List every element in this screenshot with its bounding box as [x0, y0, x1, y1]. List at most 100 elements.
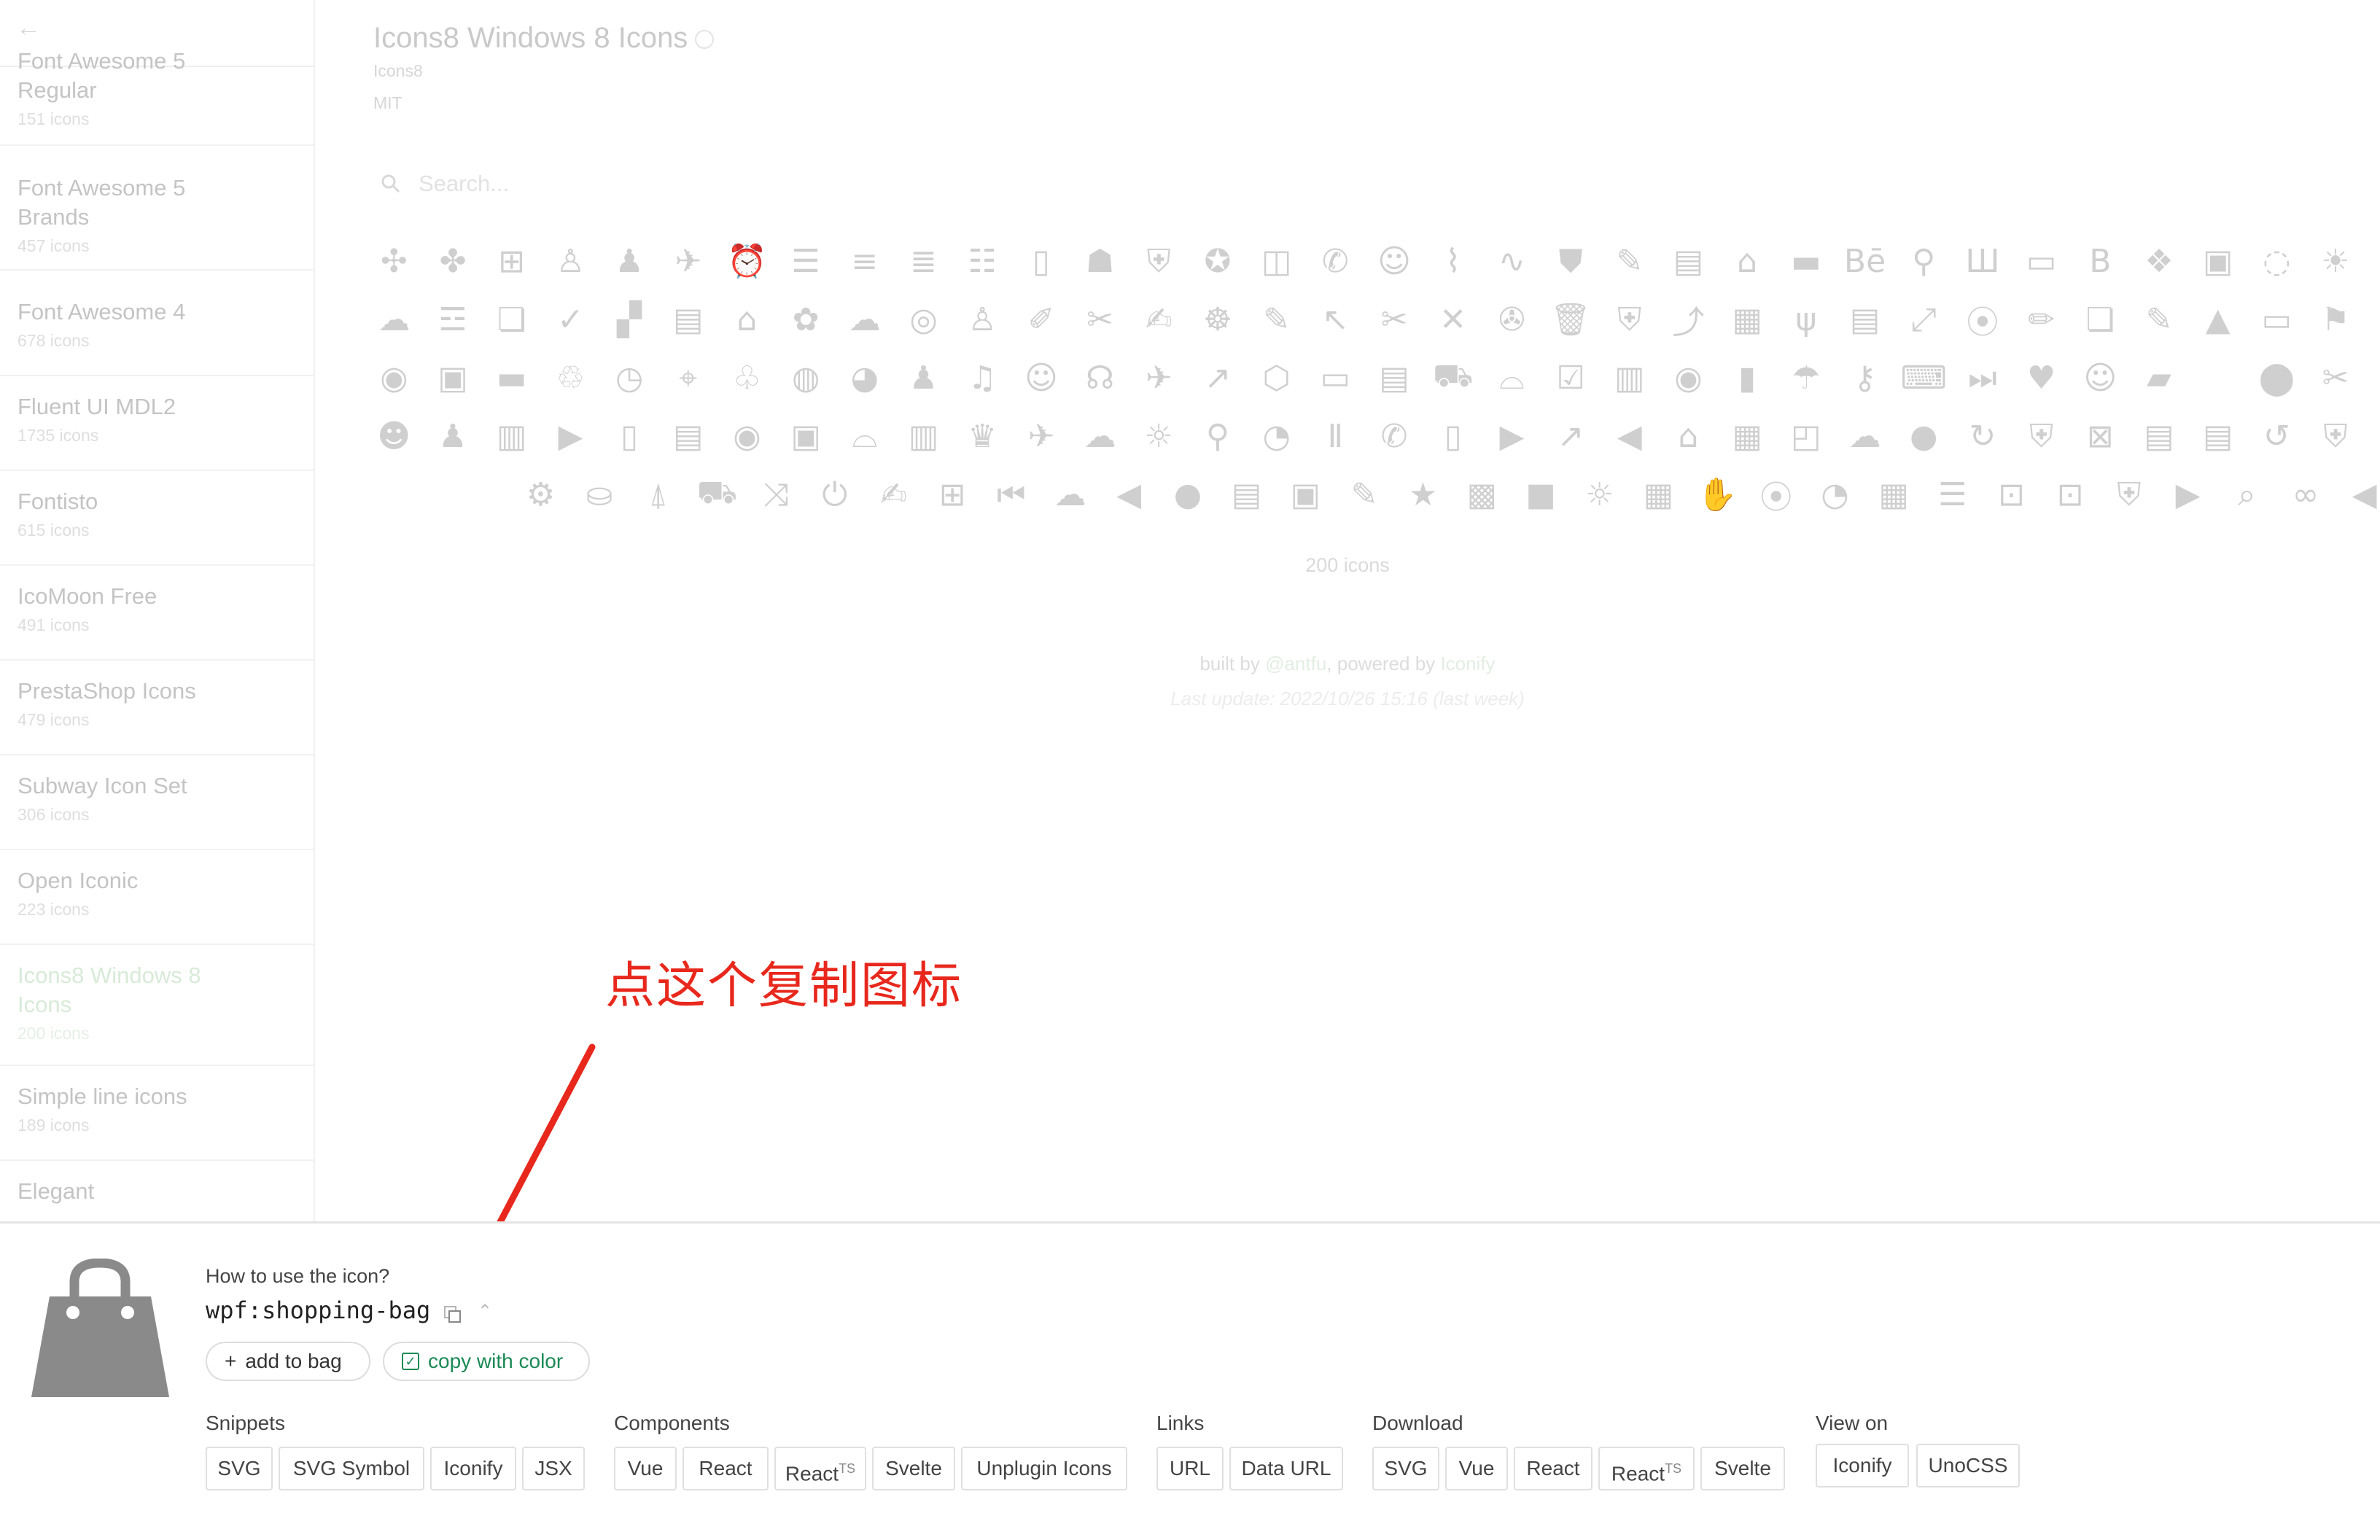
grid-icon[interactable]: ↺ [2247, 414, 2306, 458]
grid-icon[interactable]: ▢ [2365, 414, 2380, 458]
grid-icon[interactable]: ⏮ [982, 472, 1041, 516]
grid-icon[interactable]: ▣ [1276, 472, 1335, 516]
sidebar-item-prestashop-icons[interactable]: PrestaShop Icons 479 icons [0, 662, 314, 755]
grid-icon[interactable]: ▭ [1306, 356, 1365, 400]
grid-icon[interactable]: ✤ [424, 239, 483, 283]
grid-icon[interactable]: ▦ [1629, 472, 1688, 516]
grid-icon[interactable]: ◷ [600, 356, 659, 400]
grid-icon[interactable]: ☼ [1129, 414, 1189, 458]
grid-icon[interactable]: ↻ [1953, 414, 2012, 458]
grid-icon[interactable]: ☁ [1070, 414, 1129, 458]
grid-icon[interactable]: ⌇ [1423, 239, 1482, 283]
sidebar-item-icomoon-free[interactable]: IcoMoon Free 491 icons [0, 567, 314, 661]
grid-icon[interactable]: ▦ [1718, 298, 1777, 341]
grid-icon[interactable]: ⛀ [570, 472, 629, 516]
sidebar-item-font-awesome-5-regular[interactable]: Font Awesome 5 Regular 151 icons [0, 48, 314, 146]
grid-icon[interactable]: ✕ [1423, 298, 1482, 341]
grid-icon[interactable]: ☰ [777, 239, 836, 283]
grid-icon[interactable]: ✂ [2306, 356, 2365, 400]
grid-icon[interactable]: ▯ [1012, 239, 1071, 283]
grid-icon[interactable]: ▥ [894, 414, 953, 458]
grid-icon[interactable]: ♲ [541, 356, 600, 400]
grid-icon[interactable]: ▥ [1600, 356, 1659, 400]
grid-icon[interactable]: ✈ [1012, 414, 1071, 458]
grid-icon[interactable]: ⌨ [1894, 356, 1953, 400]
grid-icon[interactable]: ⤨ [747, 472, 806, 516]
grid-icon[interactable]: ⚙ [511, 472, 570, 516]
grid-icon[interactable]: ▩ [1452, 472, 1512, 516]
grid-icon[interactable]: ⛊ [1541, 239, 1601, 283]
grid-icon[interactable]: ⛨ [1129, 239, 1189, 283]
search-input[interactable]: Search... [419, 171, 509, 197]
grid-icon[interactable]: ✆ [1306, 239, 1365, 283]
sidebar-item-fontisto[interactable]: Fontisto 615 icons [0, 472, 314, 566]
grid-icon[interactable]: ✎ [1335, 472, 1394, 516]
grid-icon[interactable]: ✈ [1129, 356, 1189, 400]
grid-icon[interactable]: ⌂ [1718, 239, 1777, 283]
grid-icon[interactable]: ☀ [2306, 239, 2365, 283]
grid-icon[interactable]: ◍ [777, 356, 836, 400]
sidebar-item-elegant[interactable]: Elegant [0, 1162, 314, 1221]
link-data-url-button[interactable]: Data URL [1229, 1447, 1343, 1490]
grid-icon[interactable]: ▮ [1718, 356, 1777, 400]
sidebar-item-icons8-windows-8-icons[interactable]: Icons8 Windows 8 Icons 200 icons [0, 946, 314, 1066]
grid-icon[interactable]: ⚷ [1835, 356, 1894, 400]
grid-icon[interactable]: ☼ [1570, 472, 1629, 516]
grid-icon[interactable]: ❖ [2130, 239, 2189, 283]
grid-icon[interactable]: ● [1894, 414, 1953, 458]
grid-icon[interactable]: ⚲ [1894, 239, 1953, 283]
grid-icon[interactable]: ▤ [2130, 414, 2189, 458]
grid-icon[interactable]: ∿ [1482, 239, 1541, 283]
grid-icon[interactable]: ◔ [1247, 414, 1306, 458]
component-react-ts-button[interactable]: ReactTS [774, 1447, 866, 1490]
grid-icon[interactable]: ⏰ [718, 239, 777, 283]
grid-icon[interactable]: ⛨ [2012, 414, 2071, 458]
grid-icon[interactable]: ◎ [894, 298, 953, 341]
grid-icon[interactable]: ☁ [365, 298, 424, 341]
grid-icon[interactable]: ♛ [953, 414, 1012, 458]
info-icon[interactable] [695, 30, 715, 50]
grid-icon[interactable]: ⬡ [1247, 356, 1306, 400]
download-react-ts-button[interactable]: ReactTS [1598, 1447, 1695, 1490]
grid-icon[interactable]: Ш [1953, 239, 2012, 283]
sidebar-item-font-awesome-5-brands[interactable]: Font Awesome 5 Brands 457 icons [0, 158, 314, 271]
grid-icon[interactable]: ♟ [424, 414, 483, 458]
grid-icon[interactable]: ↗ [1189, 356, 1248, 400]
grid-icon[interactable]: ✇ [1482, 298, 1541, 341]
grid-icon[interactable]: ✐ [1012, 298, 1071, 341]
copy-icon[interactable] [443, 1305, 462, 1324]
view-on-iconify-button[interactable]: Iconify [1816, 1444, 1909, 1488]
grid-icon[interactable]: ☲ [424, 298, 483, 341]
grid-icon[interactable]: ◕ [836, 356, 895, 400]
grid-icon[interactable]: ☗ [1070, 239, 1129, 283]
download-svelte-button[interactable]: Svelte [1700, 1447, 1785, 1490]
grid-icon[interactable]: ≡ [836, 239, 895, 283]
grid-icon[interactable]: ▤ [1365, 356, 1424, 400]
grid-icon[interactable]: ⌂ [1659, 414, 1718, 458]
grid-icon[interactable]: ♥ [2012, 356, 2071, 400]
grid-icon[interactable]: ⤢ [1894, 298, 1953, 341]
grid-icon[interactable]: ✍ [1129, 298, 1189, 341]
grid-icon[interactable]: ✏ [2012, 298, 2071, 341]
grid-icon[interactable]: ⛨ [1600, 298, 1659, 341]
grid-icon[interactable]: ▦ [2365, 239, 2380, 283]
grid-icon[interactable]: ▥ [482, 414, 541, 458]
grid-icon[interactable]: ♧ [718, 356, 777, 400]
grid-icon[interactable]: ▣ [777, 414, 836, 458]
grid-icon[interactable]: ☺ [1365, 239, 1424, 283]
grid-icon[interactable]: ⍋ [629, 472, 688, 516]
grid-icon[interactable]: ★ [1393, 472, 1452, 516]
grid-icon[interactable]: ☷ [953, 239, 1012, 283]
grid-icon[interactable]: ▬ [482, 356, 541, 400]
grid-icon[interactable]: ⏭ [1953, 356, 2012, 400]
grid-icon[interactable]: ▶ [1482, 414, 1541, 458]
grid-icon[interactable]: ▤ [658, 298, 718, 341]
grid-icon[interactable]: ↗ [1541, 414, 1601, 458]
grid-icon[interactable]: ⛟ [1423, 356, 1482, 400]
grid-icon[interactable]: ◀ [1100, 472, 1159, 516]
grid-icon[interactable]: ◰ [1777, 414, 1836, 458]
grid-icon[interactable]: ✈ [658, 239, 718, 283]
download-svg-button[interactable]: SVG [1372, 1447, 1439, 1490]
download-vue-button[interactable]: Vue [1445, 1447, 1508, 1490]
grid-icon[interactable]: ☂ [1777, 356, 1836, 400]
